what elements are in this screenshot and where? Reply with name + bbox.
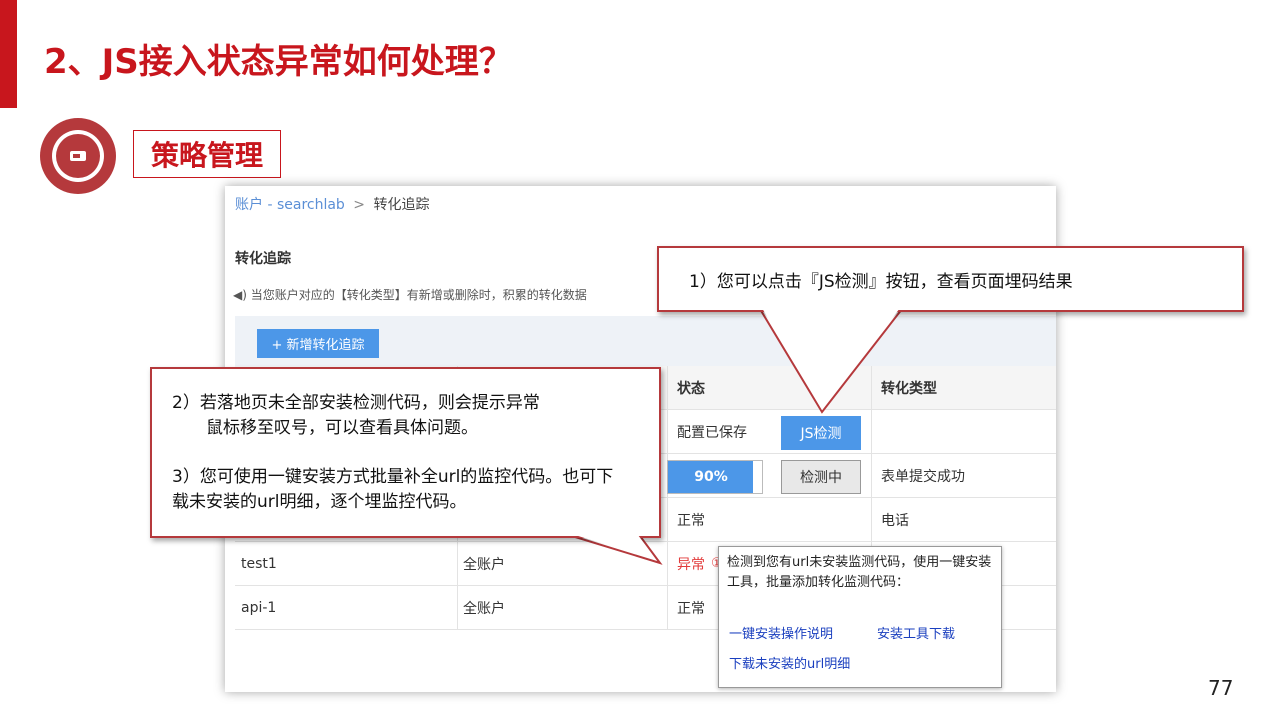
page-number: 77	[1208, 676, 1234, 700]
